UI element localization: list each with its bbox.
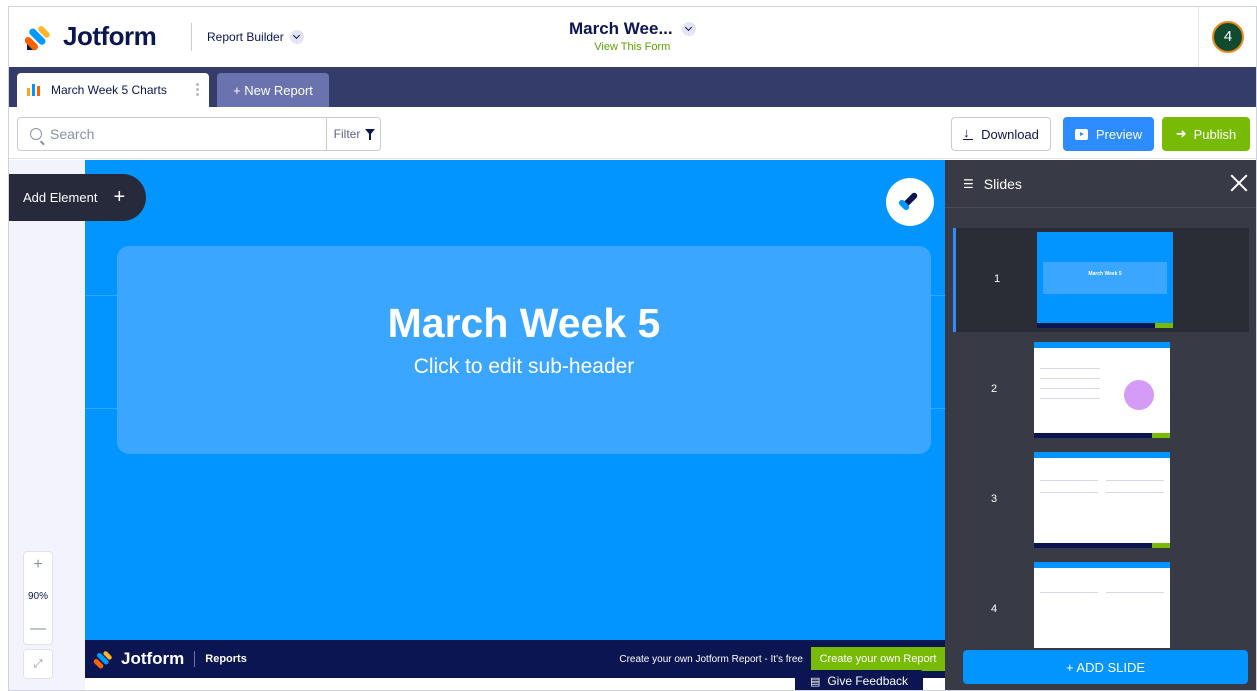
thumbnail-table-line <box>1040 480 1098 481</box>
slide-thumbnail <box>1034 562 1170 648</box>
jotform-badge-icon <box>886 178 934 226</box>
slides-panel-header: ☰ Slides <box>945 160 1256 208</box>
slide-thumbnail-row[interactable]: 4 <box>953 558 1249 648</box>
slide-thumbnail <box>1034 342 1170 438</box>
slide-thumbnail <box>1034 452 1170 548</box>
slide-thumbnail-row[interactable]: 2 <box>953 338 1249 442</box>
fit-to-screen-button[interactable]: ⤢ <box>23 649 53 679</box>
app-switcher-label: Report Builder <box>207 30 284 44</box>
thumbnail-table-line <box>1040 492 1098 493</box>
give-feedback-button[interactable]: ▤ Give Feedback <box>795 670 923 690</box>
zoom-controls: + 90% — <box>23 551 53 645</box>
report-builder-window: Jotform Report Builder March Wee... View… <box>8 6 1257 691</box>
filter-button[interactable]: Filter <box>326 118 382 150</box>
thumbnail-table-line <box>1040 388 1100 389</box>
thumbnail-header <box>1034 562 1170 568</box>
slide-number: 3 <box>991 493 998 505</box>
thumbnail-table-line <box>1106 480 1164 481</box>
thumbnail-header <box>1034 342 1170 348</box>
plus-icon: + <box>113 186 126 208</box>
zoom-out-button[interactable]: — <box>24 616 52 642</box>
footer-reports: Reports <box>205 653 247 665</box>
slide-thumbnail-row[interactable]: 1 March Week 5 <box>953 228 1249 332</box>
form-title: March Wee... <box>569 19 673 38</box>
divider <box>194 651 196 667</box>
avatar[interactable]: 4 <box>1212 21 1244 53</box>
slide-number: 4 <box>991 603 998 615</box>
form-title-block: March Wee... View This Form <box>569 19 696 53</box>
tab-label: March Week 5 Charts <box>51 83 167 97</box>
top-bar: Jotform Report Builder March Wee... View… <box>9 7 1256 67</box>
add-element-label: Add Element <box>23 190 98 205</box>
toolbar: Search Filter Download Preview ➜ Publish <box>9 107 1256 159</box>
download-label: Download <box>981 126 1039 142</box>
search-input[interactable]: Search Filter <box>17 117 381 151</box>
preview-button[interactable]: Preview <box>1063 117 1154 151</box>
zoom-in-button[interactable]: + <box>24 552 52 578</box>
search-placeholder: Search <box>50 126 95 142</box>
preview-label: Preview <box>1095 126 1143 142</box>
thumbnail-title: March Week 5 <box>1043 262 1167 294</box>
thumbnail-table-line <box>1040 592 1098 593</box>
filter-label: Filter <box>333 127 361 141</box>
thumbnail-footer <box>1037 323 1173 328</box>
search-icon <box>30 128 42 140</box>
feedback-icon: ▤ <box>809 675 821 688</box>
add-element-button[interactable]: Add Element + <box>9 174 146 221</box>
play-icon <box>1074 128 1088 140</box>
slide-header-box[interactable]: March Week 5 Click to edit sub-header <box>117 246 931 454</box>
view-form-link[interactable]: View This Form <box>569 41 696 53</box>
download-icon <box>963 125 974 140</box>
slide-subheader[interactable]: Click to edit sub-header <box>117 355 931 379</box>
thumbnail-footer <box>1034 543 1170 548</box>
close-icon[interactable] <box>1228 172 1250 194</box>
thumbnail-table-line <box>1106 592 1164 593</box>
chart-icon <box>27 84 41 96</box>
slide-thumbnail-row[interactable]: 3 <box>953 448 1249 552</box>
form-title-dropdown[interactable]: March Wee... <box>569 19 696 39</box>
tab-march-week-5-charts[interactable]: March Week 5 Charts <box>17 73 209 107</box>
account-area: 4 <box>1198 7 1256 67</box>
slides-panel-title: Slides <box>983 175 1022 192</box>
more-options-icon[interactable] <box>196 83 199 97</box>
new-report-button[interactable]: + New Report <box>217 73 329 107</box>
slide-thumbnail: March Week 5 <box>1037 232 1173 328</box>
download-button[interactable]: Download <box>951 117 1051 151</box>
slide-title[interactable]: March Week 5 <box>117 300 931 347</box>
report-tab-bar: March Week 5 Charts + New Report <box>9 67 1256 107</box>
logo-text: Jotform <box>63 21 157 51</box>
share-arrow-icon: ➜ <box>1175 126 1187 141</box>
slide-number: 1 <box>994 273 1001 285</box>
footer-promo-text: Create your own Jotform Report - It's fr… <box>619 653 803 665</box>
slide-canvas[interactable]: March Week 5 Click to edit sub-header <box>85 160 945 640</box>
slides-panel: ☰ Slides 1 March Week 5 2 3 4 <box>945 160 1256 690</box>
chevron-down-icon <box>681 22 696 36</box>
slide-number: 2 <box>991 383 998 395</box>
create-report-button[interactable]: Create your own Report <box>811 647 945 671</box>
feedback-label: Give Feedback <box>827 674 909 688</box>
app-switcher-dropdown[interactable]: Report Builder <box>207 30 304 44</box>
thumbnail-footer <box>1034 433 1170 438</box>
zoom-level: 90% <box>27 591 48 602</box>
thumbnail-pie-chart <box>1124 380 1154 410</box>
footer-brand: Jotform <box>121 649 185 668</box>
publish-button[interactable]: ➜ Publish <box>1162 117 1250 151</box>
publish-label: Publish <box>1193 126 1237 142</box>
thumbnail-header <box>1034 452 1170 458</box>
thumbnail-table-line <box>1040 368 1100 369</box>
add-slide-button[interactable]: + ADD SLIDE <box>963 650 1248 684</box>
layers-icon: ☰ <box>963 176 974 191</box>
jotform-logo-icon <box>24 23 53 51</box>
thumbnail-table-line <box>1040 378 1100 379</box>
chevron-down-icon <box>289 30 304 44</box>
jotform-logo-icon <box>93 651 112 669</box>
thumbnail-table-line <box>1106 492 1164 493</box>
funnel-icon <box>365 129 376 140</box>
thumbnail-table-line <box>1040 398 1100 399</box>
footer-logo: Jotform <box>93 649 184 669</box>
divider <box>191 23 192 51</box>
jotform-logo[interactable]: Jotform <box>24 21 157 52</box>
